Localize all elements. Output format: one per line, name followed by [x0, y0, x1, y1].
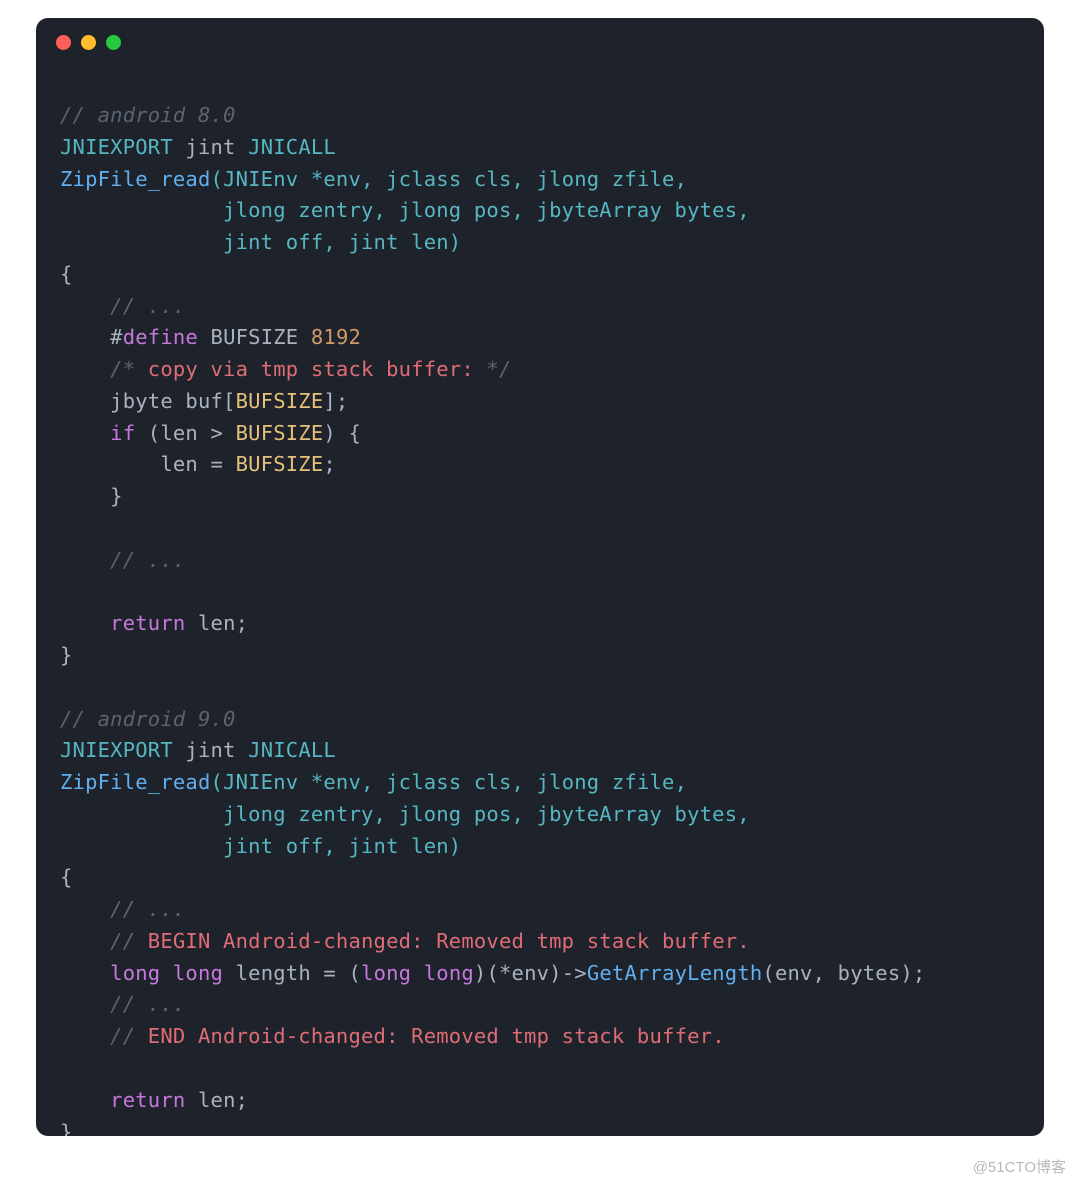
code-block: // android 8.0 JNIEXPORT jint JNICALL Zi…	[36, 66, 1044, 1136]
code-token: (env, bytes);	[762, 961, 925, 985]
code-token: copy via tmp stack buffer:	[148, 357, 474, 381]
code-token: BUFSIZE	[236, 452, 324, 476]
code-line: jint off, jint len)	[60, 834, 461, 858]
code-token: return	[110, 611, 185, 635]
code-token: //	[60, 929, 148, 953]
code-token: define	[123, 325, 198, 349]
code-token: #	[60, 325, 123, 349]
maximize-icon[interactable]	[106, 35, 121, 50]
code-token: BUFSIZE	[236, 421, 324, 445]
code-line: jlong zentry, jlong pos, jbyteArray byte…	[60, 802, 750, 826]
code-token: (len >	[135, 421, 235, 445]
code-token: 8192	[311, 325, 361, 349]
code-token: long	[173, 961, 223, 985]
code-token	[60, 611, 110, 635]
code-token: ZipFile_read	[60, 770, 211, 794]
code-token	[160, 961, 173, 985]
code-token	[60, 1088, 110, 1112]
code-token: return	[110, 1088, 185, 1112]
code-line: // ...	[60, 294, 185, 318]
code-token: (JNIEnv *env, jclass cls, jlong zfile,	[211, 770, 688, 794]
code-line: }	[60, 484, 123, 508]
code-line: // ...	[60, 992, 185, 1016]
code-token: long	[110, 961, 160, 985]
code-token: len;	[185, 1088, 248, 1112]
code-token: ;	[323, 452, 336, 476]
code-line: }	[60, 643, 73, 667]
code-token: ) {	[323, 421, 361, 445]
window-titlebar	[36, 18, 1044, 66]
code-line: {	[60, 262, 73, 286]
code-line: // ...	[60, 897, 185, 921]
code-token	[60, 961, 110, 985]
minimize-icon[interactable]	[81, 35, 96, 50]
code-token: JNIEXPORT	[60, 738, 173, 762]
code-token: )(*env)->	[474, 961, 587, 985]
code-window: // android 8.0 JNIEXPORT jint JNICALL Zi…	[36, 18, 1044, 1136]
code-token: BEGIN Android-changed: Removed tmp stack…	[148, 929, 750, 953]
code-token: len;	[185, 611, 248, 635]
code-token: BUFSIZE	[236, 389, 324, 413]
code-token: long	[424, 961, 474, 985]
code-token: jint	[173, 135, 248, 159]
code-line: // android 8.0	[60, 103, 236, 127]
code-token	[411, 961, 424, 985]
code-token: JNIEXPORT	[60, 135, 173, 159]
code-line: {	[60, 865, 73, 889]
watermark-label: @51CTO博客	[973, 1156, 1066, 1177]
code-token: len =	[60, 452, 236, 476]
code-token: GetArrayLength	[587, 961, 763, 985]
code-token	[60, 421, 110, 445]
code-token: length = (	[223, 961, 361, 985]
code-line: // ...	[60, 548, 185, 572]
code-token: (JNIEnv *env, jclass cls, jlong zfile,	[211, 167, 688, 191]
close-icon[interactable]	[56, 35, 71, 50]
code-line: // android 9.0	[60, 707, 236, 731]
code-token: jbyte buf[	[60, 389, 236, 413]
code-line: jlong zentry, jlong pos, jbyteArray byte…	[60, 198, 750, 222]
code-token: */	[474, 357, 512, 381]
code-token: BUFSIZE	[198, 325, 311, 349]
code-token: /*	[60, 357, 148, 381]
code-token: long	[361, 961, 411, 985]
code-token: END Android-changed: Removed tmp stack b…	[148, 1024, 725, 1048]
code-token: ];	[323, 389, 348, 413]
code-token: if	[110, 421, 135, 445]
code-token: JNICALL	[248, 738, 336, 762]
code-token: ZipFile_read	[60, 167, 211, 191]
code-line: }	[60, 1120, 73, 1137]
code-token: JNICALL	[248, 135, 336, 159]
code-line: jint off, jint len)	[60, 230, 461, 254]
code-token: jint	[173, 738, 248, 762]
code-token: //	[60, 1024, 148, 1048]
